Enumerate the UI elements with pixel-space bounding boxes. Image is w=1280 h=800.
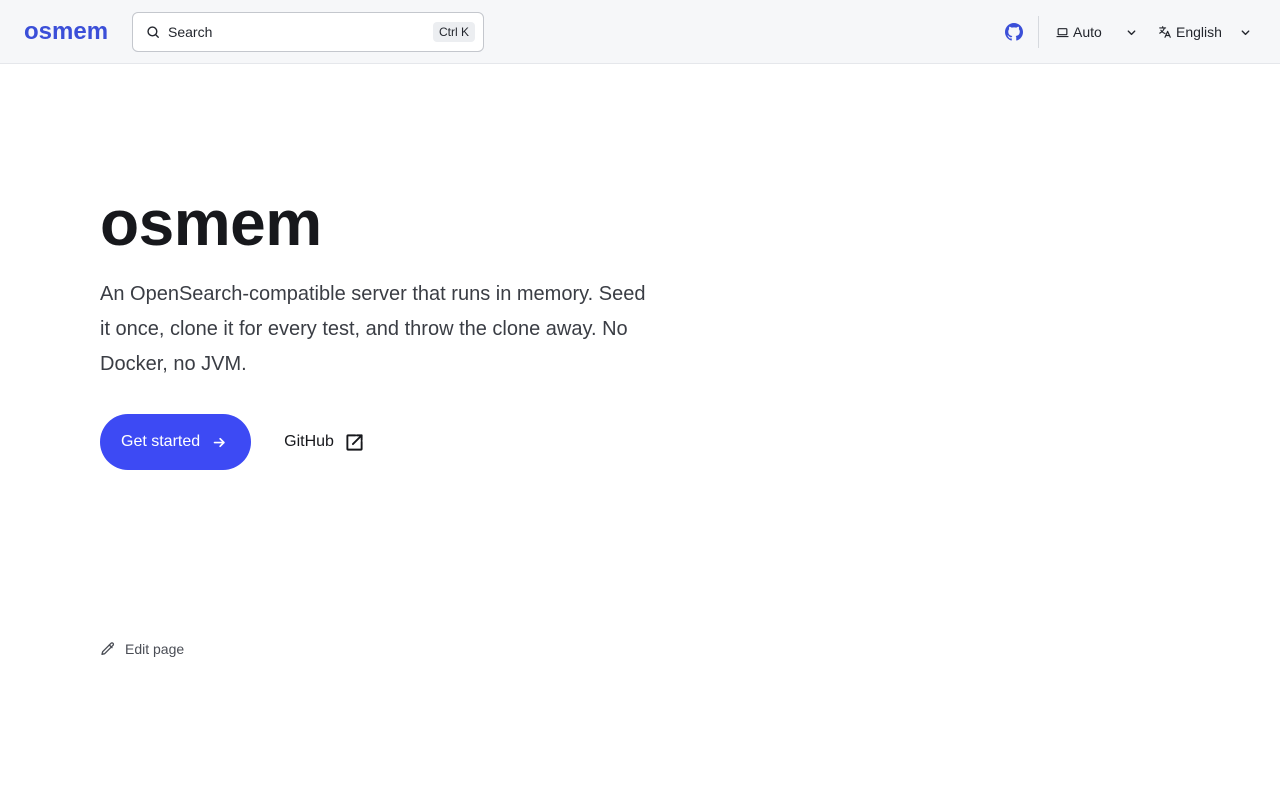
header-divider xyxy=(1038,16,1039,48)
theme-select-value: Auto xyxy=(1073,24,1102,40)
language-select-value: English xyxy=(1176,24,1222,40)
get-started-button[interactable]: Get started xyxy=(100,414,252,470)
edit-page-label: Edit page xyxy=(125,641,185,657)
search-shortcut: Ctrl K xyxy=(433,22,475,42)
hero-title: osmem xyxy=(100,187,322,259)
search-icon xyxy=(145,24,161,40)
pencil-icon xyxy=(100,641,116,657)
laptop-icon xyxy=(1055,25,1069,39)
language-select[interactable]: English xyxy=(1158,20,1252,44)
translate-icon xyxy=(1158,25,1172,39)
external-link-icon xyxy=(345,433,364,452)
search-button[interactable]: Search Ctrl K xyxy=(132,12,484,52)
arrow-right-icon xyxy=(212,435,227,450)
chevron-down-icon xyxy=(1240,26,1252,38)
github-icon[interactable] xyxy=(1004,22,1024,42)
site-logo[interactable]: osmem xyxy=(24,17,108,47)
github-link-button[interactable]: GitHub xyxy=(284,414,364,470)
theme-select[interactable]: Auto xyxy=(1055,20,1138,44)
site-header: osmem Search Ctrl K Auto English xyxy=(0,0,1280,64)
hero-actions: Get started GitHub xyxy=(100,414,364,470)
hero-section: osmem An OpenSearch-compatible server th… xyxy=(100,186,660,382)
search-label: Search xyxy=(168,24,213,40)
hero-tagline: An OpenSearch-compatible server that run… xyxy=(100,283,646,375)
edit-page-link[interactable]: Edit page xyxy=(100,641,184,657)
chevron-down-icon xyxy=(1126,26,1138,38)
get-started-label: Get started xyxy=(121,433,201,450)
github-link-label: GitHub xyxy=(284,433,334,450)
